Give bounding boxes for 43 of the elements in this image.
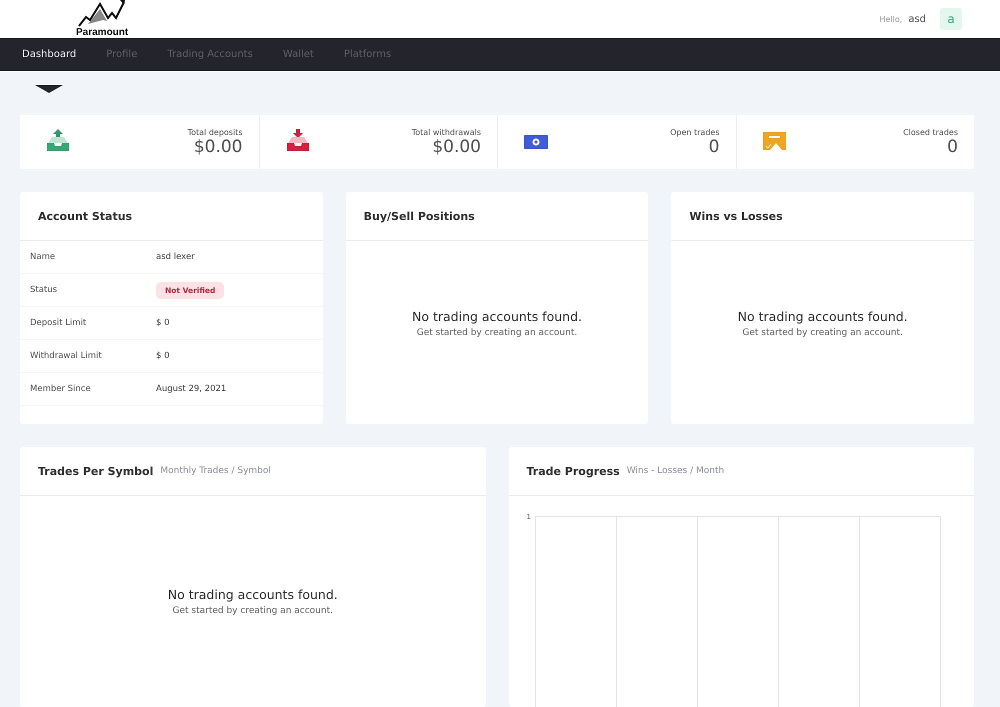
- nav-tab[interactable]: Profile: [106, 49, 138, 60]
- stat-value: $0.00: [194, 136, 242, 156]
- info-label: Name: [30, 252, 56, 262]
- card-subtitle: Wins - Losses / Month: [626, 466, 724, 476]
- info-label: Member Since: [30, 384, 92, 394]
- user-avatar[interactable]: a: [940, 8, 962, 30]
- empty-state-title: No trading accounts found.: [168, 587, 338, 602]
- greeting-text: Hello,: [879, 14, 902, 24]
- card-title: Buy/Sell Positions: [364, 210, 475, 222]
- message-check-icon: [762, 132, 786, 152]
- card-title: Wins vs Losses: [689, 210, 783, 222]
- info-value: August 29, 2021: [156, 384, 228, 394]
- stat-value: $0.00: [432, 136, 481, 156]
- empty-state-text: Get started by creating an account.: [172, 606, 333, 616]
- stat-label: Total deposits: [188, 128, 242, 136]
- active-tab-pointer: [35, 85, 64, 93]
- info-label: Deposit Limit: [30, 318, 88, 328]
- info-value: asd lexer: [156, 252, 196, 262]
- card-title: Account Status: [38, 210, 132, 222]
- info-label: Status: [30, 285, 58, 295]
- stat-label: Open trades: [670, 128, 720, 136]
- username: asd: [908, 14, 926, 24]
- empty-state-title: No trading accounts found.: [412, 309, 582, 324]
- card-subtitle: Monthly Trades / Symbol: [160, 466, 271, 476]
- stat-label: Closed trades: [903, 128, 958, 136]
- stat-label: Total withdrawals: [412, 128, 481, 136]
- mountain-logo-icon: [78, 0, 126, 28]
- info-value: $ 0: [156, 318, 171, 328]
- stat-value: 0: [947, 136, 958, 156]
- info-label: Withdrawal Limit: [30, 351, 103, 361]
- empty-state-title: No trading accounts found.: [738, 309, 908, 324]
- money-icon: [524, 134, 548, 150]
- nav-tab[interactable]: Platforms: [344, 49, 392, 60]
- stat-value: 0: [708, 136, 720, 156]
- card-title: Trade Progress: [526, 464, 620, 478]
- card-title: Trades Per Symbol: [38, 464, 154, 478]
- nav-tab[interactable]: Wallet: [282, 49, 314, 60]
- info-value: $ 0: [156, 351, 171, 361]
- empty-state-text: Get started by creating an account.: [742, 328, 903, 338]
- nav-tab[interactable]: Trading Accounts: [167, 49, 253, 60]
- nav-tab[interactable]: Dashboard: [22, 49, 76, 60]
- empty-state-text: Get started by creating an account.: [416, 328, 578, 338]
- logo-text: Paramount: [76, 28, 128, 38]
